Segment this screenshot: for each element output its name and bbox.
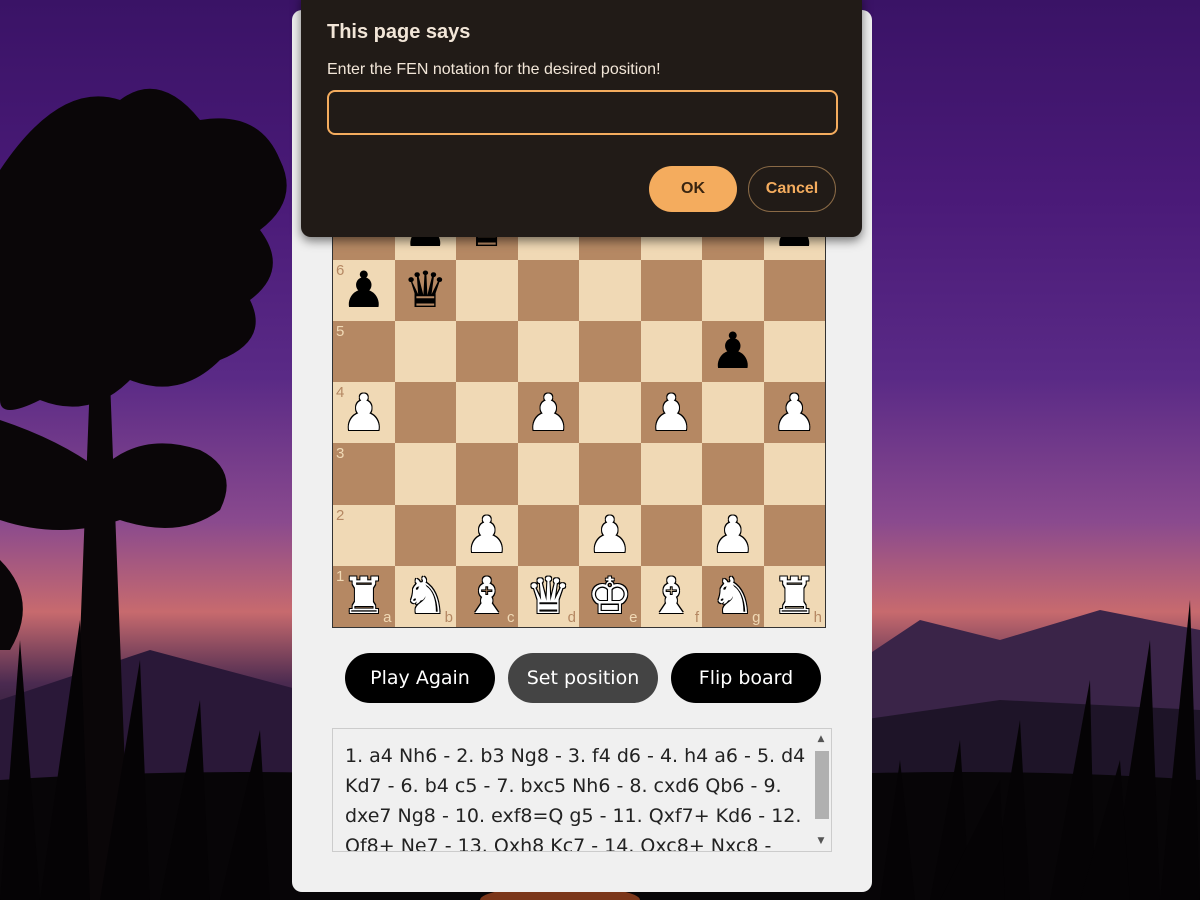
square-e2[interactable]: ♟ [579,504,641,566]
square-c5[interactable] [456,320,518,382]
square-h2[interactable] [763,504,825,566]
chess-piece-icon[interactable]: ♟ [526,388,571,438]
file-label: h [813,609,822,626]
chess-piece-icon[interactable]: ♝ [464,571,509,621]
square-e4[interactable] [579,382,641,444]
cancel-button[interactable]: Cancel [748,166,836,212]
flip-board-button[interactable]: Flip board [671,653,821,703]
chess-piece-icon[interactable]: ♟ [710,326,755,376]
square-a1[interactable]: 1 a ♜ [333,565,395,627]
square-a6[interactable]: 6 ♟ [333,259,395,321]
file-label: c [507,609,515,626]
ok-button[interactable]: OK [649,166,737,212]
square-d6[interactable] [517,259,579,321]
square-g1[interactable]: g ♞ [702,565,764,627]
rank-label: 6 [336,261,345,279]
square-f4[interactable]: ♟ [640,382,702,444]
square-d2[interactable] [517,504,579,566]
chess-piece-icon[interactable]: ♛ [403,265,448,315]
square-a3[interactable]: 3 [333,443,395,505]
file-label: g [752,609,761,626]
rank-label: 2 [336,506,345,524]
square-f6[interactable] [640,259,702,321]
square-c4[interactable] [456,382,518,444]
square-e3[interactable] [579,443,641,505]
prompt-dialog: This page says Enter the FEN notation fo… [301,0,862,237]
scroll-up-arrow-icon[interactable]: ▲ [813,731,829,747]
file-label: a [383,609,392,626]
square-g4[interactable] [702,382,764,444]
square-f3[interactable] [640,443,702,505]
chess-piece-icon[interactable]: ♟ [341,265,386,315]
move-history-scrollbar[interactable]: ▲ ▼ [813,731,829,849]
square-g2[interactable]: ♟ [702,504,764,566]
dialog-message: Enter the FEN notation for the desired p… [327,61,661,78]
square-f1[interactable]: f ♝ [640,565,702,627]
chess-piece-icon[interactable]: ♝ [649,571,694,621]
square-e6[interactable] [579,259,641,321]
chess-piece-icon[interactable]: ♞ [403,571,448,621]
file-label: b [444,609,453,626]
square-f2[interactable] [640,504,702,566]
move-history[interactable]: 1. a4 Nh6 - 2. b3 Ng8 - 3. f4 d6 - 4. h4… [332,728,832,852]
square-h5[interactable] [763,320,825,382]
square-c2[interactable]: ♟ [456,504,518,566]
chess-piece-icon[interactable]: ♜ [341,571,386,621]
scroll-thumb[interactable] [815,751,829,819]
square-b5[interactable] [394,320,456,382]
move-history-text: 1. a4 Nh6 - 2. b3 Ng8 - 3. f4 d6 - 4. h4… [345,745,806,852]
file-label: d [567,609,576,626]
chess-piece-icon[interactable]: ♚ [587,571,632,621]
square-b2[interactable] [394,504,456,566]
chess-piece-icon[interactable]: ♞ [710,571,755,621]
rank-label: 4 [336,384,345,401]
square-a2[interactable]: 2 [333,504,395,566]
chess-piece-icon[interactable]: ♟ [341,388,386,438]
chess-piece-icon[interactable]: ♟ [587,510,632,560]
square-a4[interactable]: 4 ♟ [333,382,395,444]
chess-piece-icon[interactable]: ♟ [710,510,755,560]
square-d1[interactable]: d ♛ [517,565,579,627]
square-h1[interactable]: h ♜ [763,565,825,627]
square-d3[interactable] [517,443,579,505]
button-row: Play Again Set position Flip board [345,653,821,703]
square-g6[interactable] [702,259,764,321]
square-h4[interactable]: ♟ [763,382,825,444]
square-d4[interactable]: ♟ [517,382,579,444]
square-d5[interactable] [517,320,579,382]
square-e1[interactable]: e ♚ [579,565,641,627]
square-c3[interactable] [456,443,518,505]
scroll-down-arrow-icon[interactable]: ▼ [813,833,829,849]
rank-label: 5 [336,322,345,340]
square-a5[interactable]: 5 [333,320,395,382]
fen-input[interactable] [327,90,838,135]
square-h6[interactable] [763,259,825,321]
square-f5[interactable] [640,320,702,382]
file-label: f [694,609,699,626]
square-b6[interactable]: ♛ [394,259,456,321]
rank-label: 3 [336,445,345,463]
rank-label: 1 [336,567,345,585]
square-b1[interactable]: b ♞ [394,565,456,627]
square-c6[interactable] [456,259,518,321]
square-b4[interactable] [394,382,456,444]
square-c1[interactable]: c ♝ [456,565,518,627]
set-position-button[interactable]: Set position [508,653,658,703]
chess-piece-icon[interactable]: ♟ [649,388,694,438]
chess-piece-icon[interactable]: ♟ [772,388,817,438]
chess-piece-icon[interactable]: ♜ [772,571,817,621]
square-h3[interactable] [763,443,825,505]
dialog-title: This page says [327,21,471,43]
square-g5[interactable]: ♟ [702,320,764,382]
play-again-button[interactable]: Play Again [345,653,495,703]
file-label: e [629,609,638,626]
chess-piece-icon[interactable]: ♛ [526,571,571,621]
square-b3[interactable] [394,443,456,505]
square-e5[interactable] [579,320,641,382]
square-g3[interactable] [702,443,764,505]
chess-piece-icon[interactable]: ♟ [464,510,509,560]
